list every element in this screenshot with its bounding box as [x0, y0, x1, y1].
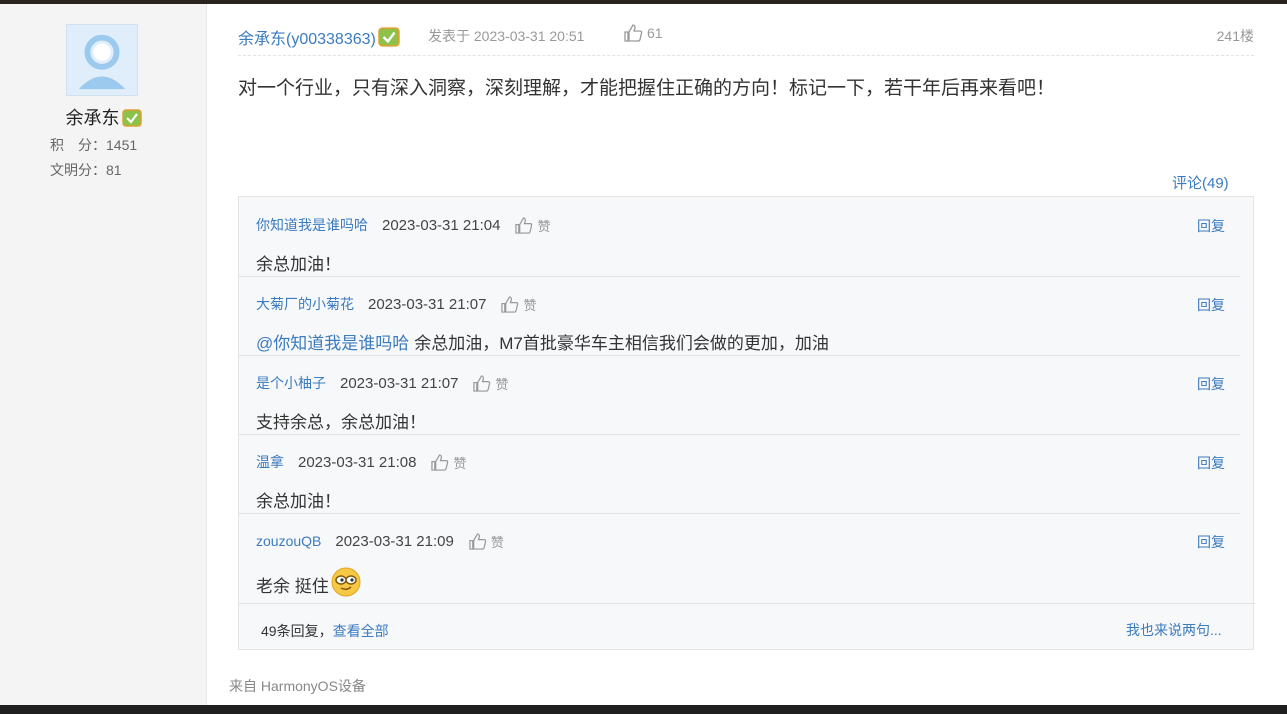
thumbs-up-icon [624, 24, 643, 42]
comment-reply-button[interactable]: 回复 [1197, 216, 1225, 236]
author-sidebar: 余承东 积 分：1451 文明分：81 [0, 4, 207, 705]
post-like-count: 61 [647, 25, 663, 41]
comment-body: 余总加油！ [256, 255, 341, 274]
comment-like-button[interactable]: 赞 [514, 216, 550, 235]
comment-like-label: 赞 [453, 455, 467, 471]
comment-meta: 温拿 2023-03-31 21:08 赞 [256, 451, 466, 473]
comment-meta: 你知道我是谁吗哈 2023-03-31 21:04 赞 [256, 214, 550, 236]
comment-body: 支持余总，余总加油！ [256, 413, 426, 432]
comments-footer: 49条回复，查看全部 我也来说两句... [239, 603, 1255, 650]
comment-like-label: 赞 [537, 218, 551, 234]
comment-reply-button[interactable]: 回复 [1197, 374, 1225, 394]
comment-text: 余总加油！ [256, 250, 341, 275]
comment-meta: 大菊厂的小菊花 2023-03-31 21:07 赞 [256, 293, 536, 315]
comment-user-link[interactable]: 你知道我是谁吗哈 [256, 215, 368, 235]
comment-user-link[interactable]: 大菊厂的小菊花 [256, 294, 354, 314]
comment-text: 老余 挺住 [256, 566, 362, 603]
post-author-link[interactable]: 余承东(y00338363) [238, 25, 400, 52]
thumbs-up-icon [469, 532, 487, 550]
comment-item: zouzouQB 2023-03-31 21:09 赞 回复 老余 挺住 [239, 513, 1255, 597]
comment-like-label: 赞 [490, 534, 504, 550]
author-name[interactable]: 余承东 [0, 104, 207, 132]
comment-reply-button[interactable]: 回复 [1197, 532, 1225, 552]
comment-divider [239, 355, 1240, 356]
comment-time: 2023-03-31 21:07 [368, 295, 487, 313]
comment-body: 余总加油！ [256, 492, 341, 511]
stat-points: 积 分：1451 [50, 137, 138, 153]
post-header: 余承东(y00338363) 发表于 2023-03-31 20:51 61 2… [238, 24, 1254, 56]
comment-reply-button[interactable]: 回复 [1197, 295, 1225, 315]
post-content: 对一个行业，只有深入洞察，深刻理解，才能把握住正确的方向！标记一下，若干年后再来… [238, 78, 1056, 99]
comment-user-link[interactable]: zouzouQB [256, 533, 321, 549]
stat-civility-value: 81 [106, 162, 122, 178]
comment-like-label: 赞 [495, 376, 509, 392]
comment-meta: zouzouQB 2023-03-31 21:09 赞 [256, 530, 504, 552]
view-all-link[interactable]: 查看全部 [333, 623, 389, 639]
comment-item: 你知道我是谁吗哈 2023-03-31 21:04 赞 回复 余总加油！ [239, 197, 1255, 276]
post-author-text: 余承东(y00338363) [238, 31, 376, 48]
comment-text: @你知道我是谁吗哈 余总加油，M7首批豪华车主相信我们会做的更加，加油 [256, 329, 829, 354]
comment-toggle-link[interactable]: 评论(49) [1172, 172, 1229, 193]
comment-body: 余总加油，M7首批豪华车主相信我们会做的更加，加油 [414, 334, 829, 353]
comment-time: 2023-03-31 21:04 [382, 216, 501, 234]
verified-badge-icon [121, 109, 142, 132]
comment-time: 2023-03-31 21:08 [298, 453, 417, 471]
comment-divider [239, 276, 1240, 277]
comment-like-button[interactable]: 赞 [430, 453, 466, 472]
comment-like-button[interactable]: 赞 [500, 295, 536, 314]
cool-sunglasses-emoji-icon [330, 566, 362, 603]
comment-reply-button[interactable]: 回复 [1197, 453, 1225, 473]
comment-text: 支持余总，余总加油！ [256, 408, 426, 433]
reply-count: 49条回复，查看全部 [261, 621, 389, 641]
comment-user-link[interactable]: 是个小柚子 [256, 373, 326, 393]
stat-points-label: 积 分 [50, 137, 92, 153]
comment-mention-link[interactable]: @你知道我是谁吗哈 [256, 329, 409, 354]
comment-like-button[interactable]: 赞 [468, 532, 504, 551]
thumbs-up-icon [473, 374, 491, 392]
comment-item: 大菊厂的小菊花 2023-03-31 21:07 赞 回复 @你知道我是谁吗哈余… [239, 276, 1255, 355]
comment-like-button[interactable]: 赞 [472, 374, 508, 393]
stat-points-value: 1451 [106, 137, 138, 153]
comment-text: 余总加油！ [256, 487, 341, 512]
comment-body: 老余 挺住 [256, 577, 329, 596]
comment-time: 2023-03-31 21:07 [340, 374, 459, 392]
comment-meta: 是个小柚子 2023-03-31 21:07 赞 [256, 372, 508, 394]
post-time-value: 2023-03-31 20:51 [473, 28, 585, 44]
thumbs-up-icon [501, 295, 519, 313]
post-time: 发表于 2023-03-31 20:51 [428, 26, 584, 46]
post-time-prefix: 发表于 [428, 28, 470, 44]
avatar[interactable] [66, 24, 138, 96]
post-like-button[interactable]: 61 [623, 24, 663, 42]
post-main: 余承东(y00338363) 发表于 2023-03-31 20:51 61 2… [207, 4, 1287, 705]
comment-item: 是个小柚子 2023-03-31 21:07 赞 回复 支持余总，余总加油！ [239, 355, 1255, 434]
reply-count-text: 49条回复， [261, 623, 333, 639]
add-comment-link[interactable]: 我也来说两句... [1126, 620, 1222, 640]
post-source: 来自 HarmonyOS设备 [229, 678, 366, 694]
floor-number: 241楼 [1216, 28, 1254, 44]
comment-like-label: 赞 [523, 297, 537, 313]
comment-divider [239, 434, 1240, 435]
comments-box: 你知道我是谁吗哈 2023-03-31 21:04 赞 回复 余总加油！ 大菊厂… [238, 196, 1255, 650]
comment-divider [239, 513, 1240, 514]
default-avatar-icon [67, 25, 137, 95]
comment-item: 温拿 2023-03-31 21:08 赞 回复 余总加油！ [239, 434, 1255, 513]
stat-civility: 文明分：81 [50, 162, 122, 178]
bottom-bar [0, 705, 1287, 714]
comment-user-link[interactable]: 温拿 [256, 452, 284, 472]
thumbs-up-icon [431, 453, 449, 471]
verified-badge-icon [378, 27, 400, 52]
author-name-text: 余承东 [65, 108, 120, 128]
stat-civility-label: 文明分 [50, 162, 92, 178]
thumbs-up-icon [515, 216, 533, 234]
comment-time: 2023-03-31 21:09 [335, 532, 454, 550]
